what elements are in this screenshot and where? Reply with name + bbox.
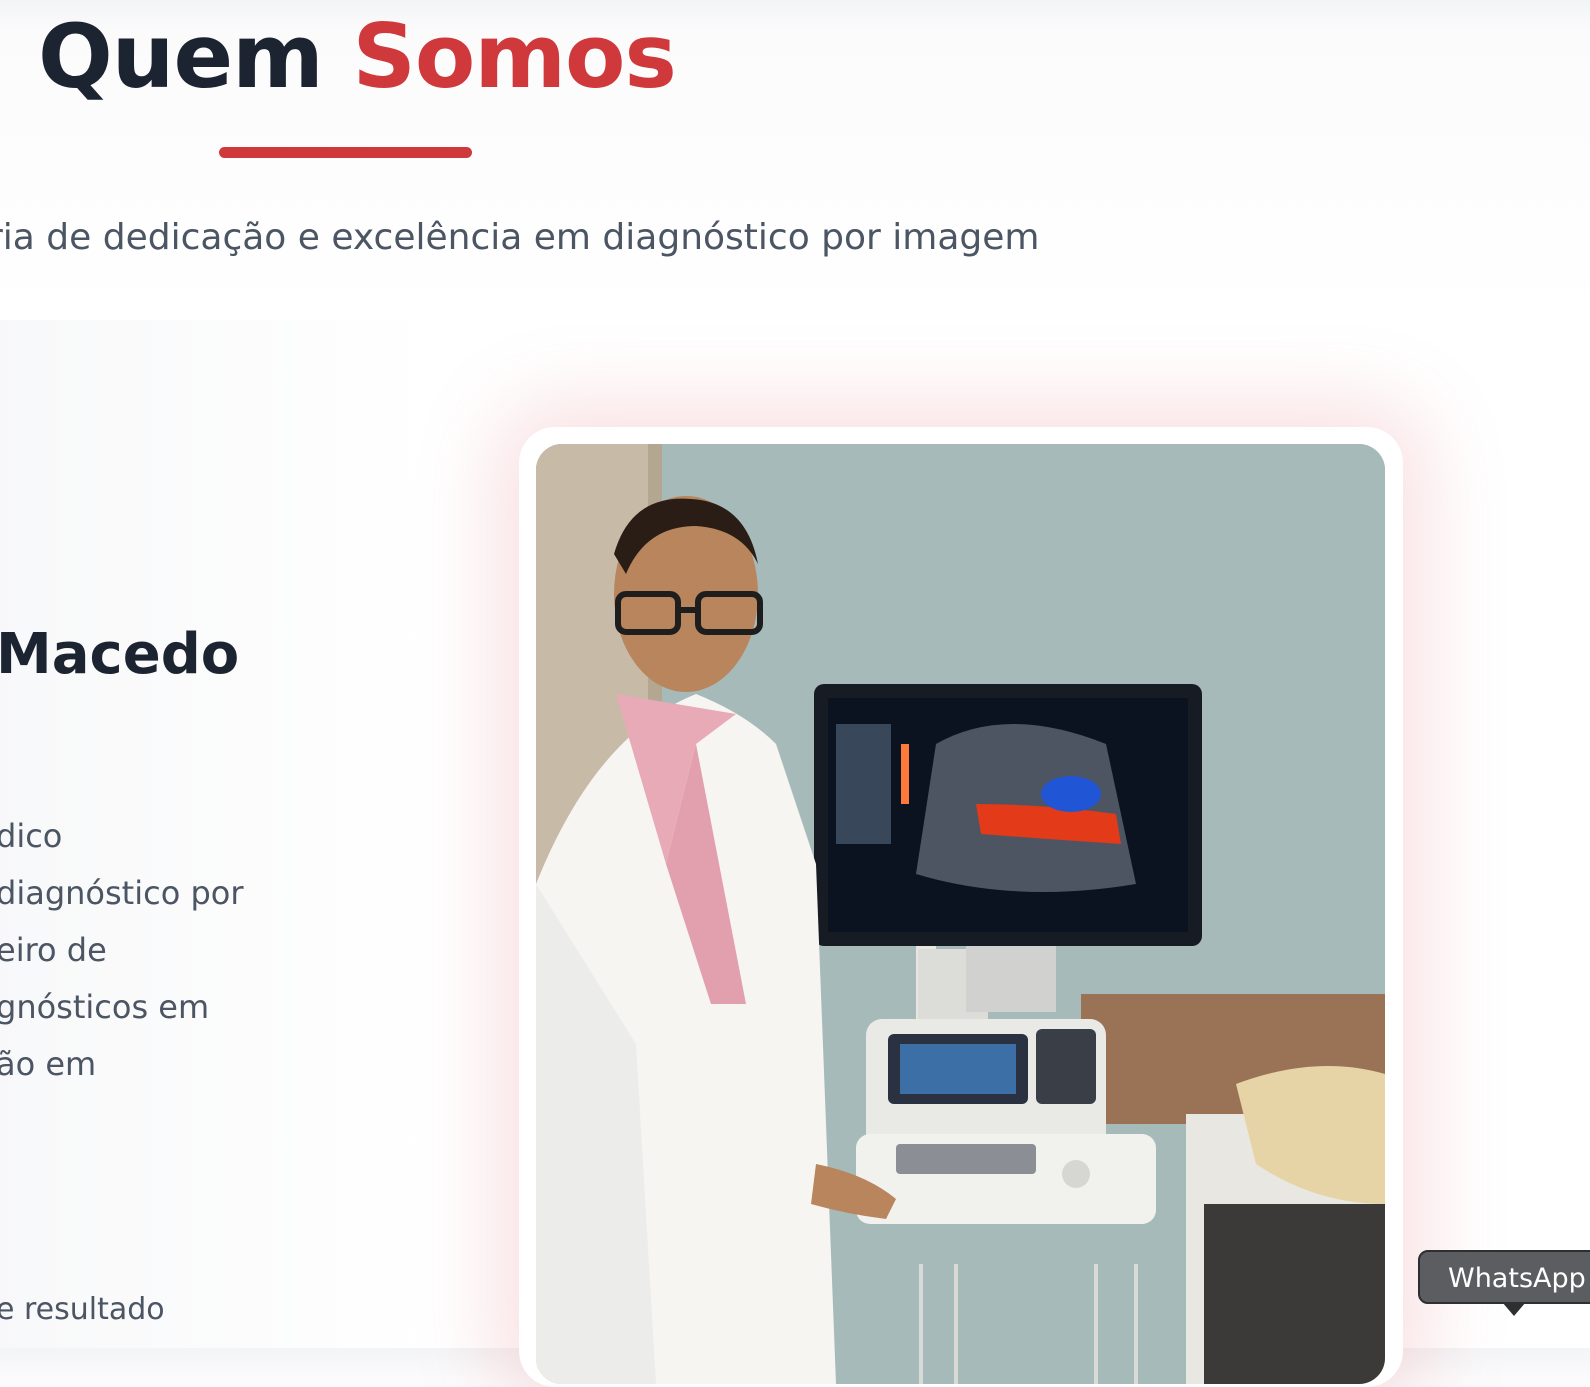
- bio-line: gnósticos em: [0, 988, 210, 1026]
- section-subtitle: ria de dedicação e excelência em diagnós…: [0, 217, 1040, 258]
- bio-line: ão em: [0, 1045, 97, 1083]
- section-title: Quem Somos: [38, 2, 677, 112]
- bio-line: diagnóstico por: [0, 874, 244, 912]
- doctor-name: Macedo: [0, 622, 240, 687]
- whatsapp-tooltip[interactable]: WhatsApp: [1418, 1250, 1590, 1316]
- title-word-quem: Quem: [38, 5, 324, 108]
- bio-footer-text: e resultado: [0, 1292, 165, 1327]
- title-word-somos: Somos: [352, 5, 676, 108]
- doctor-ultrasound-photo: [536, 444, 1385, 1384]
- photo-card: [519, 427, 1403, 1387]
- bio-line: dico: [0, 817, 63, 855]
- title-underline: [219, 147, 472, 158]
- bio-line: eiro de: [0, 931, 107, 969]
- photo-illustration: [536, 444, 1385, 1384]
- doctor-bio: dico diagnóstico por eiro de gnósticos e…: [0, 808, 243, 1093]
